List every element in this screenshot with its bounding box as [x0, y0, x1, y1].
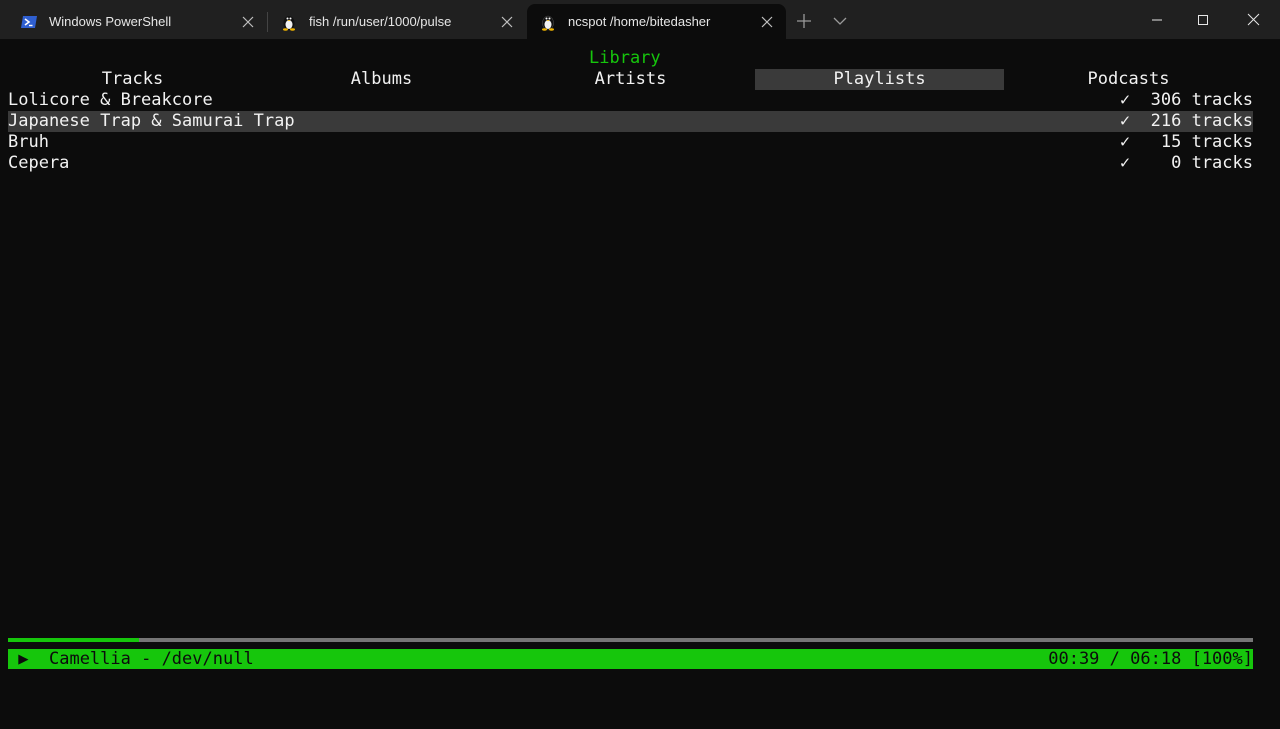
terminal-area[interactable]: Library Tracks Albums Artists Playlists …: [0, 39, 1280, 678]
playback-progress-fill: [8, 638, 139, 642]
playlist-meta: ✓ 15 tracks: [1120, 132, 1253, 153]
playback-progress-bar[interactable]: [8, 638, 1253, 642]
saved-check-icon: ✓: [1119, 90, 1131, 110]
linux-penguin-icon: [542, 15, 554, 31]
track-count: 0 tracks: [1171, 153, 1253, 173]
saved-check-icon: ✓: [1119, 132, 1131, 152]
saved-check-icon: ✓: [1119, 111, 1131, 131]
elapsed-time: 00:39: [1048, 649, 1100, 669]
status-bar: ▶ Camellia - /dev/null 00:39 / 06:18 [10…: [8, 649, 1253, 669]
track-duration: 06:18: [1130, 649, 1182, 669]
title-bar: Windows PowerShell fish /run/user/1000/p…: [0, 0, 1280, 39]
tab-playlists[interactable]: Playlists: [755, 69, 1004, 90]
playlist-row[interactable]: Lolicore & Breakcore ✓ 306 tracks: [8, 90, 1253, 111]
library-view-tabs: Tracks Albums Artists Playlists Podcasts: [8, 69, 1253, 90]
tab-label: Windows PowerShell: [49, 14, 172, 29]
now-playing-title: Camellia - /dev/null: [48, 649, 254, 669]
powershell-icon: [21, 16, 37, 28]
chevron-down-icon[interactable]: [832, 13, 848, 29]
maximize-button[interactable]: [1180, 0, 1226, 39]
tab-tracks[interactable]: Tracks: [8, 69, 257, 90]
minimize-button[interactable]: [1134, 0, 1180, 39]
playlist-meta: ✓ 0 tracks: [1120, 153, 1253, 174]
volume-level: [100%]: [1191, 649, 1253, 669]
minimize-icon: [1152, 19, 1162, 20]
playlist-name: Japanese Trap & Samurai Trap: [8, 111, 295, 131]
playlist-name: Cepera: [8, 153, 70, 173]
playlist-meta: ✓ 306 tracks: [1120, 90, 1253, 111]
track-count: 15 tracks: [1160, 132, 1253, 152]
tab-albums[interactable]: Albums: [257, 69, 506, 90]
new-tab-plus-icon[interactable]: [795, 12, 813, 30]
close-icon: [1247, 13, 1259, 26]
close-icon[interactable]: [241, 15, 255, 29]
track-count: 306 tracks: [1150, 90, 1253, 110]
playlist-row-selected[interactable]: Japanese Trap & Samurai Trap ✓ 216 track…: [8, 111, 1253, 132]
playback-time: 00:39 / 06:18 [100%]: [1048, 649, 1253, 669]
tab-label: ncspot /home/bitedasher: [568, 14, 711, 29]
now-playing: ▶ Camellia - /dev/null: [8, 649, 254, 669]
playlist-meta: ✓ 216 tracks: [1120, 111, 1253, 132]
saved-check-icon: ✓: [1119, 153, 1131, 173]
playlist-name: Bruh: [8, 132, 49, 152]
track-count: 216 tracks: [1150, 111, 1253, 131]
tab-label: fish /run/user/1000/pulse: [309, 14, 452, 29]
tab-podcasts[interactable]: Podcasts: [1004, 69, 1253, 90]
close-icon[interactable]: [500, 15, 514, 29]
close-icon[interactable]: [760, 15, 774, 29]
tab-artists[interactable]: Artists: [506, 69, 755, 90]
window-close-button[interactable]: [1226, 0, 1280, 39]
maximize-icon: [1198, 14, 1208, 25]
linux-penguin-icon: [283, 16, 295, 31]
playlist-row[interactable]: Cepera ✓ 0 tracks: [8, 153, 1253, 174]
tab-windows-powershell[interactable]: Windows PowerShell: [8, 4, 267, 39]
play-icon[interactable]: ▶: [18, 649, 28, 669]
tab-fish-pulse[interactable]: fish /run/user/1000/pulse: [268, 4, 526, 39]
section-title: Library: [589, 48, 661, 68]
playlist-name: Lolicore & Breakcore: [8, 90, 213, 110]
playlist-row[interactable]: Bruh ✓ 15 tracks: [8, 132, 1253, 153]
tab-ncspot[interactable]: ncspot /home/bitedasher: [527, 4, 786, 39]
